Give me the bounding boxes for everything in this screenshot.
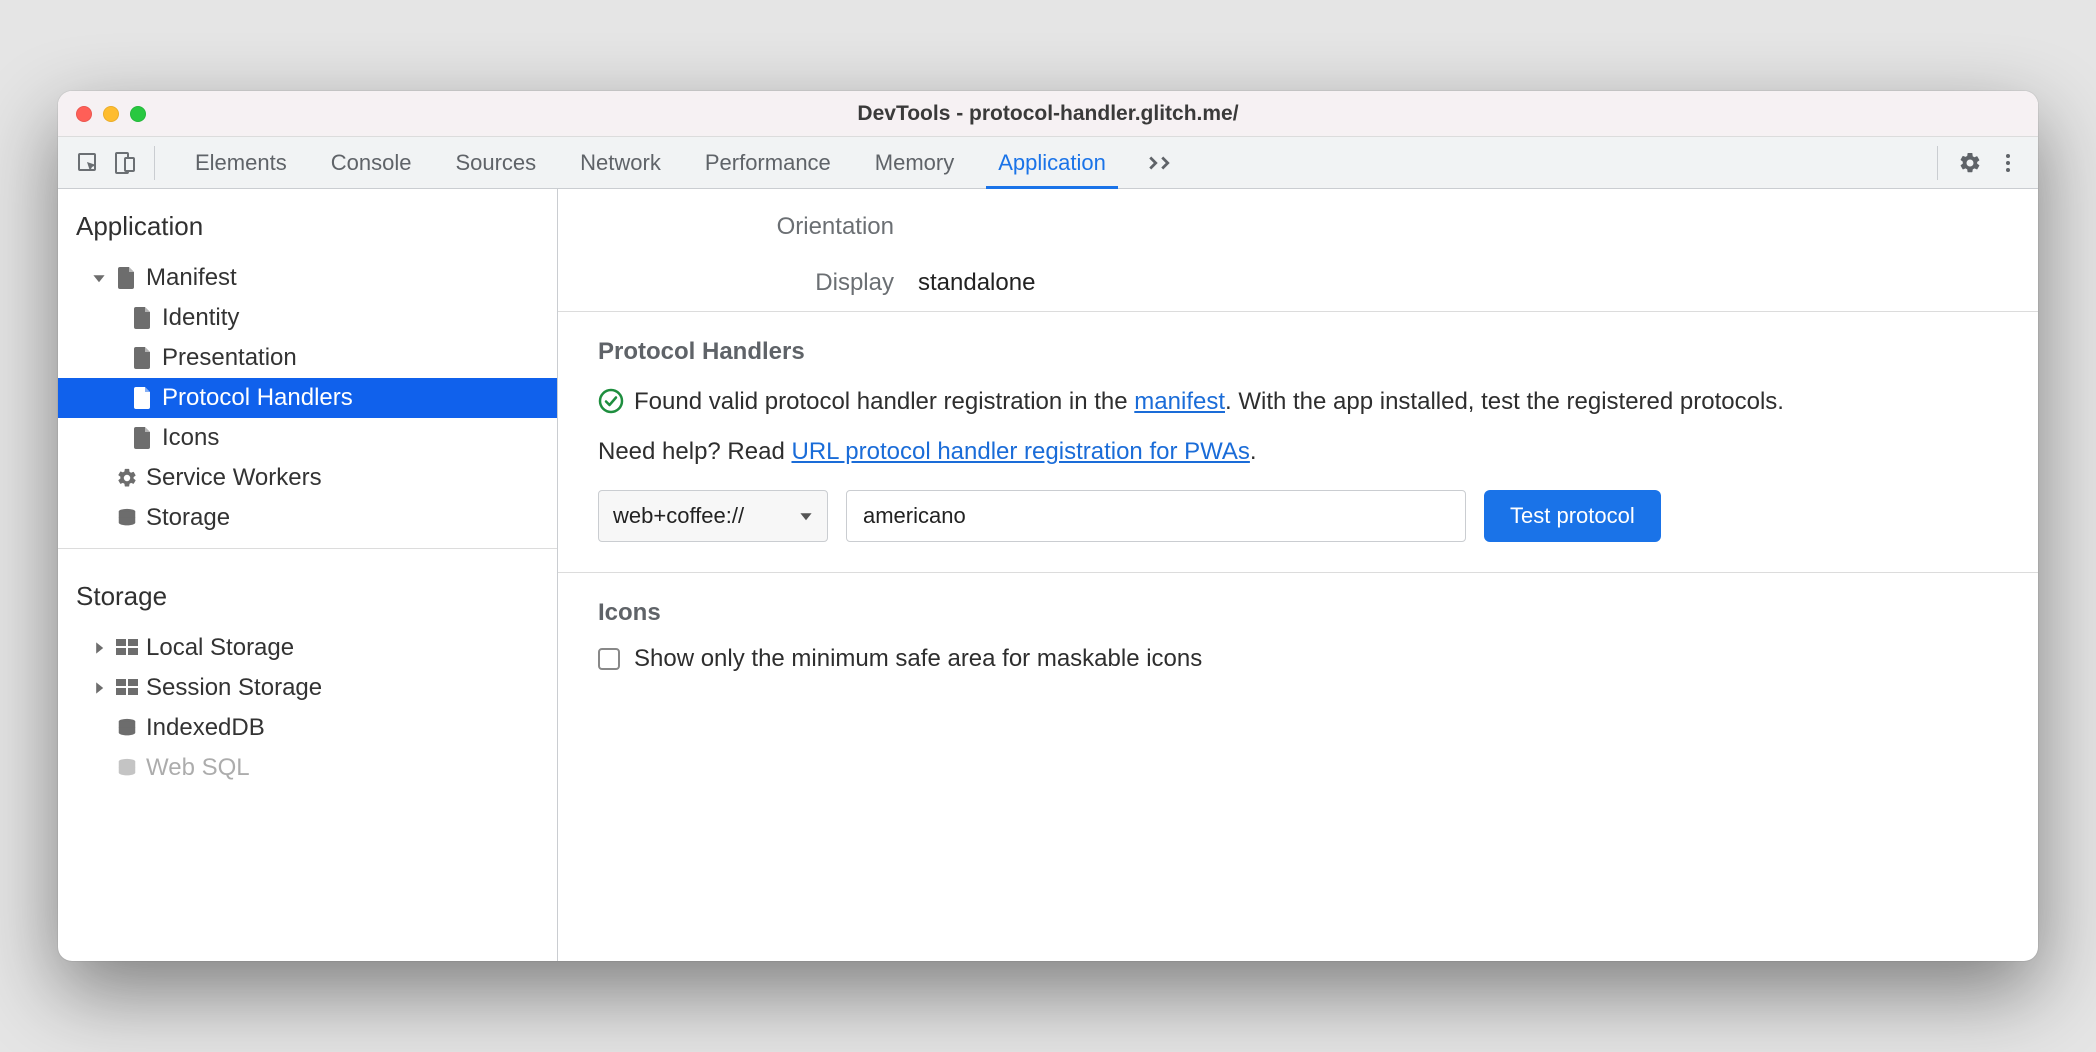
chevron-down-icon — [92, 271, 108, 285]
database-icon — [116, 717, 138, 739]
sidebar-item-manifest[interactable]: Manifest — [58, 258, 557, 298]
sidebar-item-local-storage[interactable]: Local Storage — [58, 628, 557, 668]
maskable-checkbox-row[interactable]: Show only the minimum safe area for mask… — [598, 645, 1998, 673]
tab-application[interactable]: Application — [976, 137, 1128, 188]
file-icon — [116, 267, 138, 289]
table-icon — [116, 637, 138, 659]
icons-section: Icons Show only the minimum safe area fo… — [558, 573, 2038, 703]
application-sidebar: Application Manifest Identity — [58, 189, 558, 961]
sidebar-item-identity[interactable]: Identity — [58, 298, 557, 338]
sidebar-item-label: Manifest — [146, 264, 237, 292]
gear-icon — [116, 467, 138, 489]
sidebar-section-storage: Storage — [58, 559, 557, 628]
file-icon — [132, 427, 154, 449]
minimize-window-button[interactable] — [103, 106, 119, 122]
chevron-right-icon — [92, 641, 108, 655]
tab-sources[interactable]: Sources — [433, 137, 558, 188]
sidebar-item-label: Protocol Handlers — [162, 384, 353, 412]
file-icon — [132, 347, 154, 369]
sidebar-item-label: Session Storage — [146, 674, 322, 702]
checkbox-label: Show only the minimum safe area for mask… — [634, 645, 1202, 673]
sidebar-item-label: Identity — [162, 304, 239, 332]
manifest-value: standalone — [918, 269, 1035, 297]
file-icon — [132, 387, 154, 409]
chevron-right-icon — [92, 681, 108, 695]
protocol-url-input[interactable] — [846, 490, 1466, 542]
inspect-element-icon[interactable] — [72, 147, 104, 179]
sidebar-item-presentation[interactable]: Presentation — [58, 338, 557, 378]
manifest-label: Orientation — [558, 213, 918, 241]
sidebar-item-label: Web SQL — [146, 754, 250, 782]
sidebar-item-label: Storage — [146, 504, 230, 532]
panel-tabs: Elements Console Sources Network Perform… — [173, 137, 1190, 188]
section-heading: Icons — [598, 599, 1998, 627]
help-link[interactable]: URL protocol handler registration for PW… — [791, 438, 1249, 465]
sidebar-item-service-workers[interactable]: Service Workers — [58, 458, 557, 498]
sidebar-item-websql[interactable]: Web SQL — [58, 748, 557, 788]
sidebar-item-session-storage[interactable]: Session Storage — [58, 668, 557, 708]
sidebar-item-label: Service Workers — [146, 464, 322, 492]
section-heading: Protocol Handlers — [598, 338, 1998, 366]
tab-memory[interactable]: Memory — [853, 137, 976, 188]
sidebar-item-indexeddb[interactable]: IndexedDB — [58, 708, 557, 748]
check-circle-icon — [598, 388, 624, 414]
checkbox-icon[interactable] — [598, 648, 620, 670]
sidebar-item-label: Local Storage — [146, 634, 294, 662]
table-icon — [116, 677, 138, 699]
sidebar-section-application: Application — [58, 189, 557, 258]
sidebar-item-storage[interactable]: Storage — [58, 498, 557, 538]
status-message: Found valid protocol handler registratio… — [598, 384, 1998, 420]
tab-console[interactable]: Console — [309, 137, 434, 188]
chevron-down-icon — [799, 509, 813, 523]
sidebar-item-label: IndexedDB — [146, 714, 265, 742]
toolbar-separator — [154, 146, 155, 180]
devtools-window: DevTools - protocol-handler.glitch.me/ E… — [58, 91, 2038, 961]
manifest-link[interactable]: manifest — [1134, 388, 1225, 415]
help-message: Need help? Read URL protocol handler reg… — [598, 438, 1998, 466]
database-icon — [116, 757, 138, 779]
main-content: Orientation Display standalone Protocol … — [558, 189, 2038, 961]
devtools-toolbar: Elements Console Sources Network Perform… — [58, 137, 2038, 189]
settings-icon[interactable] — [1954, 147, 1986, 179]
window-title: DevTools - protocol-handler.glitch.me/ — [58, 102, 2038, 126]
sidebar-separator — [58, 548, 557, 549]
maximize-window-button[interactable] — [130, 106, 146, 122]
manifest-row-display: Display standalone — [558, 255, 2038, 311]
protocol-scheme-select[interactable]: web+coffee:// — [598, 490, 828, 542]
sidebar-item-icons[interactable]: Icons — [58, 418, 557, 458]
more-menu-icon[interactable] — [1992, 147, 2024, 179]
protocol-handlers-section: Protocol Handlers Found valid protocol h… — [558, 312, 2038, 572]
window-controls — [76, 106, 146, 122]
database-icon — [116, 507, 138, 529]
manifest-row-orientation: Orientation — [558, 199, 2038, 255]
tabs-overflow-button[interactable] — [1128, 137, 1190, 188]
device-toolbar-icon[interactable] — [108, 147, 140, 179]
file-icon — [132, 307, 154, 329]
manifest-label: Display — [558, 269, 918, 297]
sidebar-item-label: Icons — [162, 424, 219, 452]
titlebar: DevTools - protocol-handler.glitch.me/ — [58, 91, 2038, 137]
tab-performance[interactable]: Performance — [683, 137, 853, 188]
sidebar-item-protocol-handlers[interactable]: Protocol Handlers — [58, 378, 557, 418]
test-protocol-button[interactable]: Test protocol — [1484, 490, 1661, 542]
sidebar-item-label: Presentation — [162, 344, 297, 372]
tab-network[interactable]: Network — [558, 137, 683, 188]
protocol-test-row: web+coffee:// Test protocol — [598, 490, 1998, 542]
close-window-button[interactable] — [76, 106, 92, 122]
tab-elements[interactable]: Elements — [173, 137, 309, 188]
toolbar-separator — [1937, 146, 1938, 180]
